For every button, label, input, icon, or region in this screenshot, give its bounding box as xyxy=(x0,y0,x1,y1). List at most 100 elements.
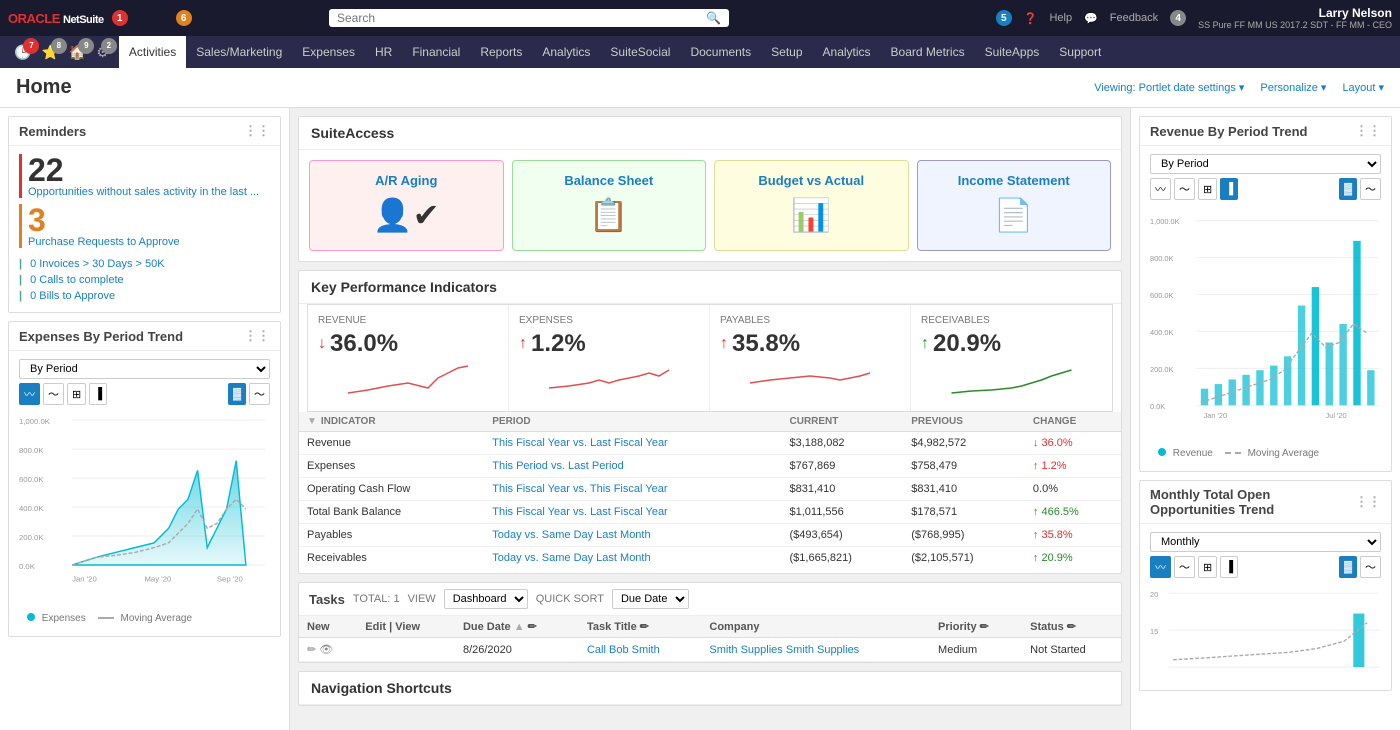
feedback-icon[interactable]: 💬 xyxy=(1084,12,1098,25)
nav-item-financial[interactable]: Financial xyxy=(402,36,470,68)
nav-item-support[interactable]: Support xyxy=(1049,36,1111,68)
suite-access-title: SuiteAccess xyxy=(299,117,1121,150)
settings-icon[interactable]: ⚙ 2 xyxy=(92,42,113,63)
revenue-period-select[interactable]: By Period xyxy=(1150,154,1381,174)
svg-text:Jan '20: Jan '20 xyxy=(1204,411,1228,420)
kpi-current-revenue: $3,188,082 xyxy=(782,432,904,455)
personalize-link[interactable]: Personalize ▾ xyxy=(1260,81,1326,94)
settings-badge: 2 xyxy=(101,38,117,54)
reminder-link-calls[interactable]: 0 Calls to complete xyxy=(19,272,270,288)
opportunities-drag[interactable]: ⋮⋮ xyxy=(1355,494,1381,510)
search-icon[interactable]: 🔍 xyxy=(706,11,721,25)
reminders-drag[interactable]: ⋮⋮ xyxy=(244,123,270,139)
nav-item-suitesocial[interactable]: SuiteSocial xyxy=(600,36,680,68)
opp-btn-bar[interactable]: ▐ xyxy=(1220,556,1238,578)
kpi-period-payables[interactable]: Today vs. Same Day Last Month xyxy=(484,524,781,547)
favorites-icon[interactable]: ⭐ 8 xyxy=(37,42,62,63)
opp-btn-table[interactable]: ⊞ xyxy=(1198,556,1217,578)
reminder-link-bills[interactable]: 0 Bills to Approve xyxy=(19,288,270,304)
nav-item-reports[interactable]: Reports xyxy=(470,36,532,68)
search-input[interactable] xyxy=(337,11,706,25)
suiteaccess-grid: A/R Aging 👤✔ Balance Sheet 📋 Budget vs A… xyxy=(299,150,1121,261)
history-icon[interactable]: 🕒 7 xyxy=(10,42,35,63)
nav-item-documents[interactable]: Documents xyxy=(680,36,761,68)
revenue-legend-item1: Revenue xyxy=(1158,448,1213,459)
help-label[interactable]: Help xyxy=(1049,12,1072,24)
reminder-label-1[interactable]: Opportunities without sales activity in … xyxy=(28,186,259,198)
table-row: Operating Cash Flow This Fiscal Year vs.… xyxy=(299,478,1121,501)
sort-icon[interactable]: ▼ xyxy=(307,416,317,427)
kpi-title: Key Performance Indicators xyxy=(299,271,1121,304)
chart-btn-line-active[interactable]: 〰 xyxy=(19,383,40,405)
opp-btn-line1[interactable]: 〰 xyxy=(1150,556,1171,578)
reminder-label-2[interactable]: Purchase Requests to Approve xyxy=(28,236,180,248)
expenses-dot xyxy=(27,613,35,621)
access-card-ar-aging[interactable]: A/R Aging 👤✔ xyxy=(309,160,504,251)
nav-item-sales[interactable]: Sales/Marketing xyxy=(186,36,292,68)
card-icon-income: 📄 xyxy=(926,196,1103,234)
kpi-th-change: CHANGE xyxy=(1025,412,1121,432)
tasks-total: TOTAL: 1 xyxy=(353,593,400,605)
nav-item-analytics2[interactable]: Analytics xyxy=(813,36,881,68)
notifications-badge[interactable]: 5 xyxy=(996,10,1012,26)
access-card-budget[interactable]: Budget vs Actual 📊 xyxy=(714,160,909,251)
svg-text:600.0K: 600.0K xyxy=(1150,291,1173,300)
layout-link[interactable]: Layout ▾ xyxy=(1342,81,1384,94)
reminder-link-invoices[interactable]: 0 Invoices > 30 Days > 50K xyxy=(19,256,270,272)
opp-btn-line3[interactable]: 〜 xyxy=(1360,556,1381,578)
nav-item-boardmetrics[interactable]: Board Metrics xyxy=(881,36,975,68)
revenue-btn-line3[interactable]: 〜 xyxy=(1360,178,1381,200)
chart-btn-line3[interactable]: 〜 xyxy=(249,383,270,405)
revenue-btn-area[interactable]: ▓ xyxy=(1339,178,1357,200)
revenue-drag[interactable]: ⋮⋮ xyxy=(1355,123,1381,139)
kpi-previous-payables: ($768,995) xyxy=(903,524,1025,547)
portlet-date-link[interactable]: Viewing: Portlet date settings ▾ xyxy=(1094,81,1244,94)
nav-item-setup[interactable]: Setup xyxy=(761,36,812,68)
task-edit-icon[interactable]: ✏ xyxy=(307,644,316,656)
kpi-period-bank[interactable]: This Fiscal Year vs. Last Fiscal Year xyxy=(484,501,781,524)
kpi-period-revenue[interactable]: This Fiscal Year vs. Last Fiscal Year xyxy=(484,432,781,455)
reminder-count-2: 3 xyxy=(28,204,180,236)
user-name: Larry Nelson xyxy=(1198,6,1392,20)
home-icon[interactable]: 🏠 9 xyxy=(65,42,90,63)
nav-item-hr[interactable]: HR xyxy=(365,36,402,68)
chart-btn-table[interactable]: ⊞ xyxy=(67,383,86,405)
opp-btn-area[interactable]: ▓ xyxy=(1339,556,1357,578)
kpi-period-receivables[interactable]: Today vs. Same Day Last Month xyxy=(484,547,781,570)
nav-item-analytics1[interactable]: Analytics xyxy=(532,36,600,68)
nav-item-expenses[interactable]: Expenses xyxy=(292,36,365,68)
kpi-period-cashflow[interactable]: This Fiscal Year vs. This Fiscal Year xyxy=(484,478,781,501)
nav-item-suiteapps[interactable]: SuiteApps xyxy=(975,36,1050,68)
revenue-btn-table[interactable]: ⊞ xyxy=(1198,178,1217,200)
chart-btn-area[interactable]: ▓ xyxy=(228,383,246,405)
kpi-cards: REVENUE ↓ 36.0% EXPENSES ↑ 1.2% xyxy=(307,304,1113,412)
svg-text:200.0K: 200.0K xyxy=(1150,365,1173,374)
table-row: ✏ 👁 8/26/2020 Call Bob Smith Smith Suppl… xyxy=(299,638,1121,662)
opportunities-period-select[interactable]: Monthly xyxy=(1150,532,1381,552)
kpi-table-body: Revenue This Fiscal Year vs. Last Fiscal… xyxy=(299,432,1121,570)
table-row: Payables Today vs. Same Day Last Month (… xyxy=(299,524,1121,547)
tasks-sort-select[interactable]: Due Date xyxy=(612,589,689,609)
chart-btn-bar[interactable]: ▐ xyxy=(89,383,107,405)
kpi-indicator-receivables: Receivables xyxy=(299,547,484,570)
expenses-drag[interactable]: ⋮⋮ xyxy=(244,328,270,344)
tasks-table-header-row: New Edit | View Due Date ▲ ✏ Task Title … xyxy=(299,616,1121,638)
revenue-btn-line2[interactable]: 〜 xyxy=(1174,178,1195,200)
help-icon[interactable]: ❓ xyxy=(1024,12,1038,25)
opp-btn-line2[interactable]: 〜 xyxy=(1174,556,1195,578)
expenses-period-select[interactable]: By Period xyxy=(19,359,270,379)
revenue-btn-bar[interactable]: ▐ xyxy=(1220,178,1238,200)
nav-item-activities[interactable]: Activities xyxy=(119,36,186,68)
chart-btn-line2[interactable]: 〜 xyxy=(43,383,64,405)
feedback-label[interactable]: Feedback xyxy=(1110,12,1158,24)
task-company[interactable]: Smith Supplies Smith Supplies xyxy=(701,638,930,662)
kpi-period-expenses[interactable]: This Period vs. Last Period xyxy=(484,455,781,478)
access-card-balance-sheet[interactable]: Balance Sheet 📋 xyxy=(512,160,707,251)
revenue-btn-line1[interactable]: 〰 xyxy=(1150,178,1171,200)
access-card-income[interactable]: Income Statement 📄 xyxy=(917,160,1112,251)
th-company: Company xyxy=(701,616,930,638)
task-title[interactable]: Call Bob Smith xyxy=(579,638,701,662)
svg-text:1,000.0K: 1,000.0K xyxy=(19,417,51,426)
tasks-view-select[interactable]: Dashboard xyxy=(444,589,528,609)
task-view-icon[interactable]: 👁 xyxy=(319,644,333,656)
